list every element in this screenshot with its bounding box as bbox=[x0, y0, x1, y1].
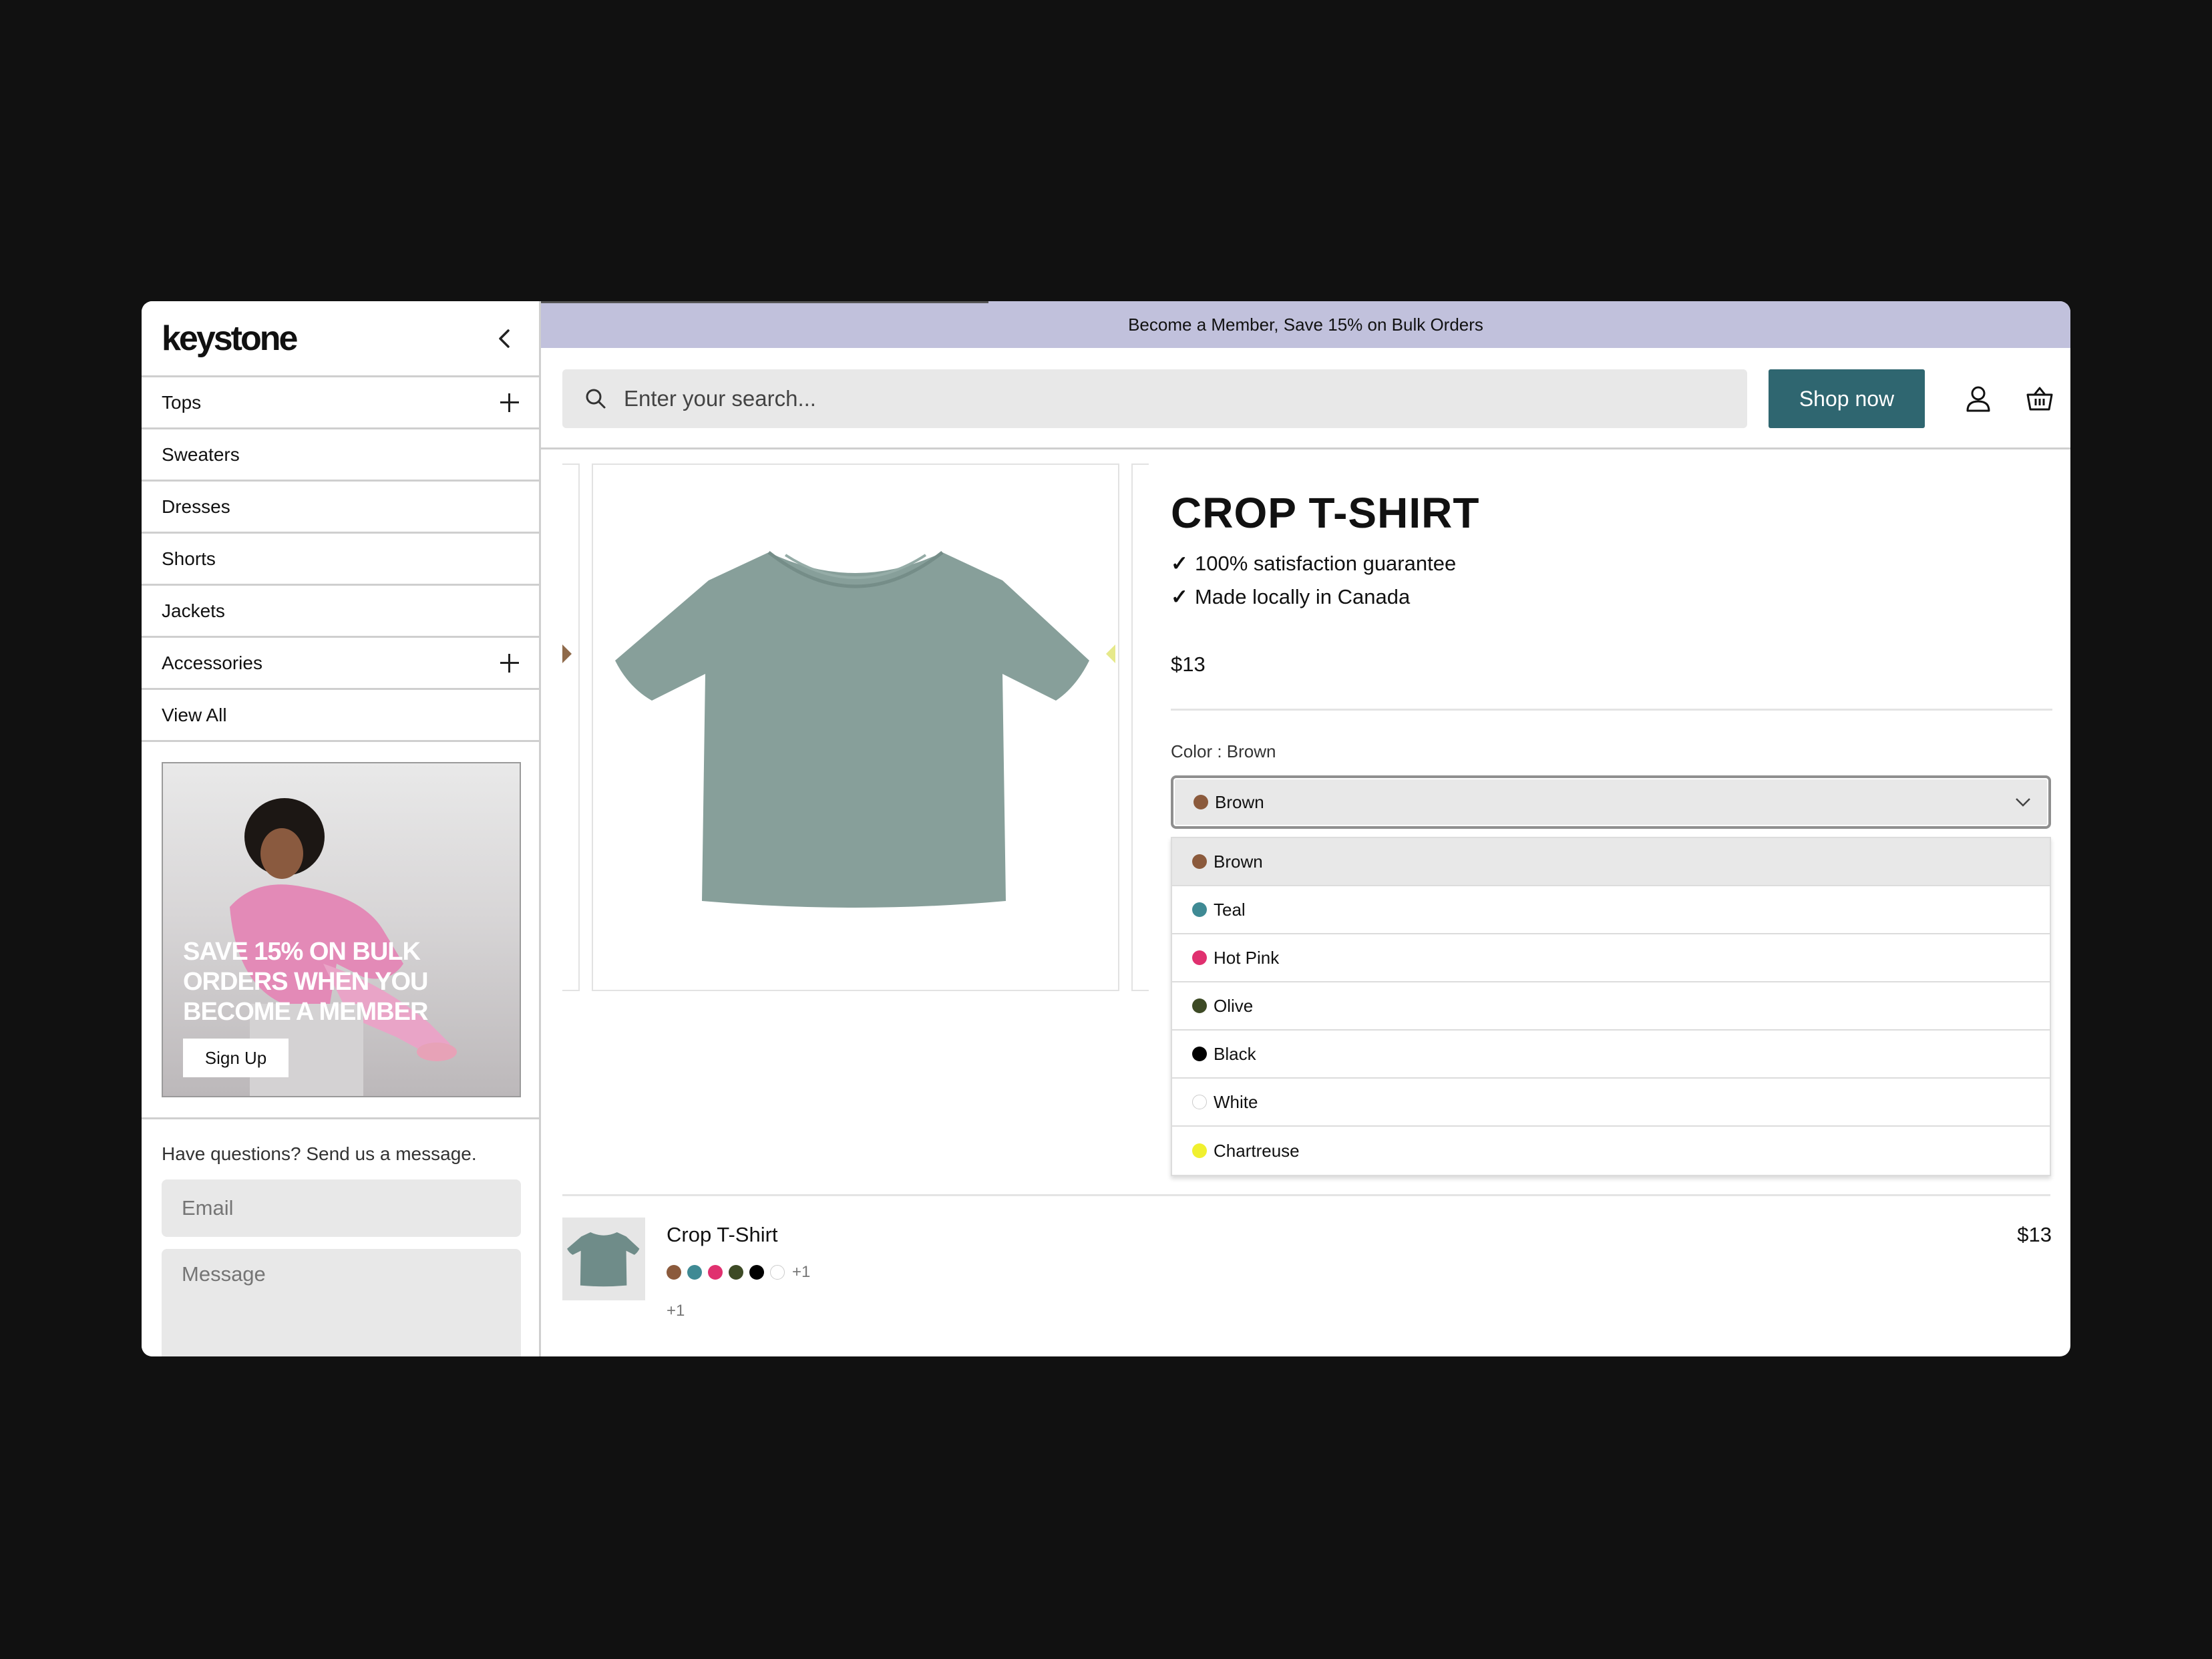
check-icon: ✓ bbox=[1171, 552, 1188, 575]
divider bbox=[562, 1194, 2050, 1196]
color-dot bbox=[1192, 1143, 1207, 1158]
chevron-down-icon bbox=[2016, 798, 2030, 807]
color-option-label: Olive bbox=[1214, 995, 1254, 1016]
color-option-label: Hot Pink bbox=[1214, 947, 1280, 968]
color-dot bbox=[1192, 1095, 1207, 1109]
nav-item-label: Accessories bbox=[162, 652, 262, 673]
product-title: CROP T-SHIRT bbox=[1171, 489, 1480, 537]
nav-item-sweaters[interactable]: Sweaters bbox=[142, 429, 539, 482]
nav-item-dresses[interactable]: Dresses bbox=[142, 482, 539, 534]
promo-headline: SAVE 15% ON BULK ORDERS WHEN YOU BECOME … bbox=[183, 938, 428, 1026]
color-option-label: Teal bbox=[1214, 899, 1246, 920]
color-select-value: Brown bbox=[1193, 792, 1264, 813]
search-icon bbox=[586, 389, 606, 409]
check-icon: ✓ bbox=[1171, 585, 1188, 608]
product-price: $13 bbox=[1171, 653, 1206, 676]
gallery-next-arrow-icon[interactable] bbox=[1106, 644, 1115, 663]
feature-text: Made locally in Canada bbox=[1194, 585, 1411, 608]
search-input[interactable] bbox=[622, 385, 1734, 412]
nav-item-shorts[interactable]: Shorts bbox=[142, 534, 539, 586]
color-dot bbox=[1192, 1047, 1207, 1061]
product-thumbnail[interactable] bbox=[562, 1218, 645, 1300]
nav-item-jackets[interactable]: Jackets bbox=[142, 586, 539, 638]
email-field[interactable] bbox=[162, 1179, 521, 1237]
announcement-bar: Become a Member, Save 15% on Bulk Orders bbox=[541, 301, 2070, 348]
nav-item-tops[interactable]: Tops bbox=[142, 377, 539, 429]
message-field[interactable] bbox=[162, 1249, 521, 1356]
plus-icon[interactable] bbox=[500, 653, 519, 673]
user-icon[interactable] bbox=[1964, 384, 1993, 413]
swatch-brown[interactable] bbox=[667, 1265, 681, 1280]
basket-icon[interactable] bbox=[2025, 384, 2054, 413]
color-option-chartreuse[interactable]: Chartreuse bbox=[1172, 1127, 2050, 1175]
product-image bbox=[592, 464, 1119, 991]
color-dot bbox=[1192, 854, 1207, 869]
announcement-text: Become a Member, Save 15% on Bulk Orders bbox=[1128, 314, 1483, 335]
color-dropdown: Brown Teal Hot Pink Olive Black White Ch… bbox=[1171, 837, 2051, 1176]
swatch-olive[interactable] bbox=[729, 1265, 743, 1280]
color-dot bbox=[1193, 795, 1208, 809]
row-more: +1 bbox=[667, 1302, 685, 1320]
product-row-price: $13 bbox=[2017, 1223, 2052, 1246]
swatch-hot-pink[interactable] bbox=[708, 1265, 723, 1280]
color-dot bbox=[1192, 950, 1207, 965]
promo-section: SAVE 15% ON BULK ORDERS WHEN YOU BECOME … bbox=[142, 742, 539, 1119]
main-content: Become a Member, Save 15% on Bulk Orders… bbox=[541, 301, 2070, 1356]
tshirt-image bbox=[615, 551, 1089, 908]
feature-item: ✓ 100% satisfaction guarantee bbox=[1171, 547, 2052, 580]
plus-icon[interactable] bbox=[500, 393, 519, 412]
color-select[interactable]: Brown bbox=[1171, 775, 2051, 829]
gallery-prev-arrow-icon[interactable] bbox=[562, 644, 572, 663]
shop-now-button[interactable]: Shop now bbox=[1769, 369, 1925, 428]
nav-item-label: Dresses bbox=[162, 496, 230, 517]
color-option-olive[interactable]: Olive bbox=[1172, 982, 2050, 1031]
announcement-progress bbox=[541, 301, 988, 303]
color-option-brown[interactable]: Brown bbox=[1172, 838, 2050, 886]
nav-item-label: View All bbox=[162, 704, 227, 725]
color-label: Color : Brown bbox=[1171, 741, 1276, 761]
contact-label: Have questions? Send us a message. bbox=[162, 1143, 477, 1164]
nav-item-label: Jackets bbox=[162, 600, 225, 621]
divider bbox=[1171, 709, 2052, 711]
nav-item-label: Sweaters bbox=[162, 443, 240, 465]
color-option-label: Black bbox=[1214, 1043, 1256, 1064]
chevron-left-icon bbox=[499, 329, 510, 348]
contact-form: Have questions? Send us a message. bbox=[142, 1119, 539, 1356]
promo-banner: SAVE 15% ON BULK ORDERS WHEN YOU BECOME … bbox=[162, 762, 521, 1097]
color-option-white[interactable]: White bbox=[1172, 1079, 2050, 1127]
sidebar-header: keystone bbox=[142, 301, 539, 377]
gallery-next-slide[interactable] bbox=[1131, 464, 1149, 991]
selected-color-label: Brown bbox=[1215, 791, 1264, 812]
nav-item-label: Shorts bbox=[162, 548, 216, 569]
color-option-label: Chartreuse bbox=[1214, 1140, 1300, 1161]
color-option-hot-pink[interactable]: Hot Pink bbox=[1172, 934, 2050, 982]
tshirt-thumbnail-image bbox=[567, 1232, 640, 1287]
color-dot bbox=[1192, 998, 1207, 1013]
swatch-more[interactable]: +1 bbox=[792, 1263, 810, 1282]
sign-up-button[interactable]: Sign Up bbox=[183, 1039, 289, 1077]
feature-text: 100% satisfaction guarantee bbox=[1194, 552, 1457, 575]
color-option-label: White bbox=[1214, 1091, 1258, 1112]
gallery-prev-slide[interactable] bbox=[562, 464, 580, 991]
product-row-name[interactable]: Crop T-Shirt bbox=[667, 1223, 778, 1247]
feature-item: ✓ Made locally in Canada bbox=[1171, 580, 2052, 614]
product-details: CROP T-SHIRT ✓ 100% satisfaction guarante… bbox=[1171, 488, 2052, 1176]
swatch-white[interactable] bbox=[770, 1265, 785, 1280]
site-header: Shop now bbox=[541, 348, 2070, 449]
nav-item-accessories[interactable]: Accessories bbox=[142, 638, 539, 690]
swatch-black[interactable] bbox=[749, 1265, 764, 1280]
nav-item-label: Tops bbox=[162, 391, 202, 413]
color-option-black[interactable]: Black bbox=[1172, 1031, 2050, 1079]
color-option-teal[interactable]: Teal bbox=[1172, 886, 2050, 934]
sidebar: keystone Tops Sweaters Dresses Shorts Ja… bbox=[142, 301, 541, 1356]
logo[interactable]: keystone bbox=[162, 319, 298, 359]
color-option-label: Brown bbox=[1214, 851, 1263, 872]
color-swatches: +1 bbox=[667, 1263, 810, 1282]
color-dot bbox=[1192, 902, 1207, 917]
collapse-sidebar-button[interactable] bbox=[491, 325, 518, 352]
nav-item-view-all[interactable]: View All bbox=[142, 690, 539, 742]
browser-window: keystone Tops Sweaters Dresses Shorts Ja… bbox=[142, 301, 2070, 1356]
swatch-teal[interactable] bbox=[687, 1265, 702, 1280]
search-bar[interactable] bbox=[562, 369, 1747, 428]
